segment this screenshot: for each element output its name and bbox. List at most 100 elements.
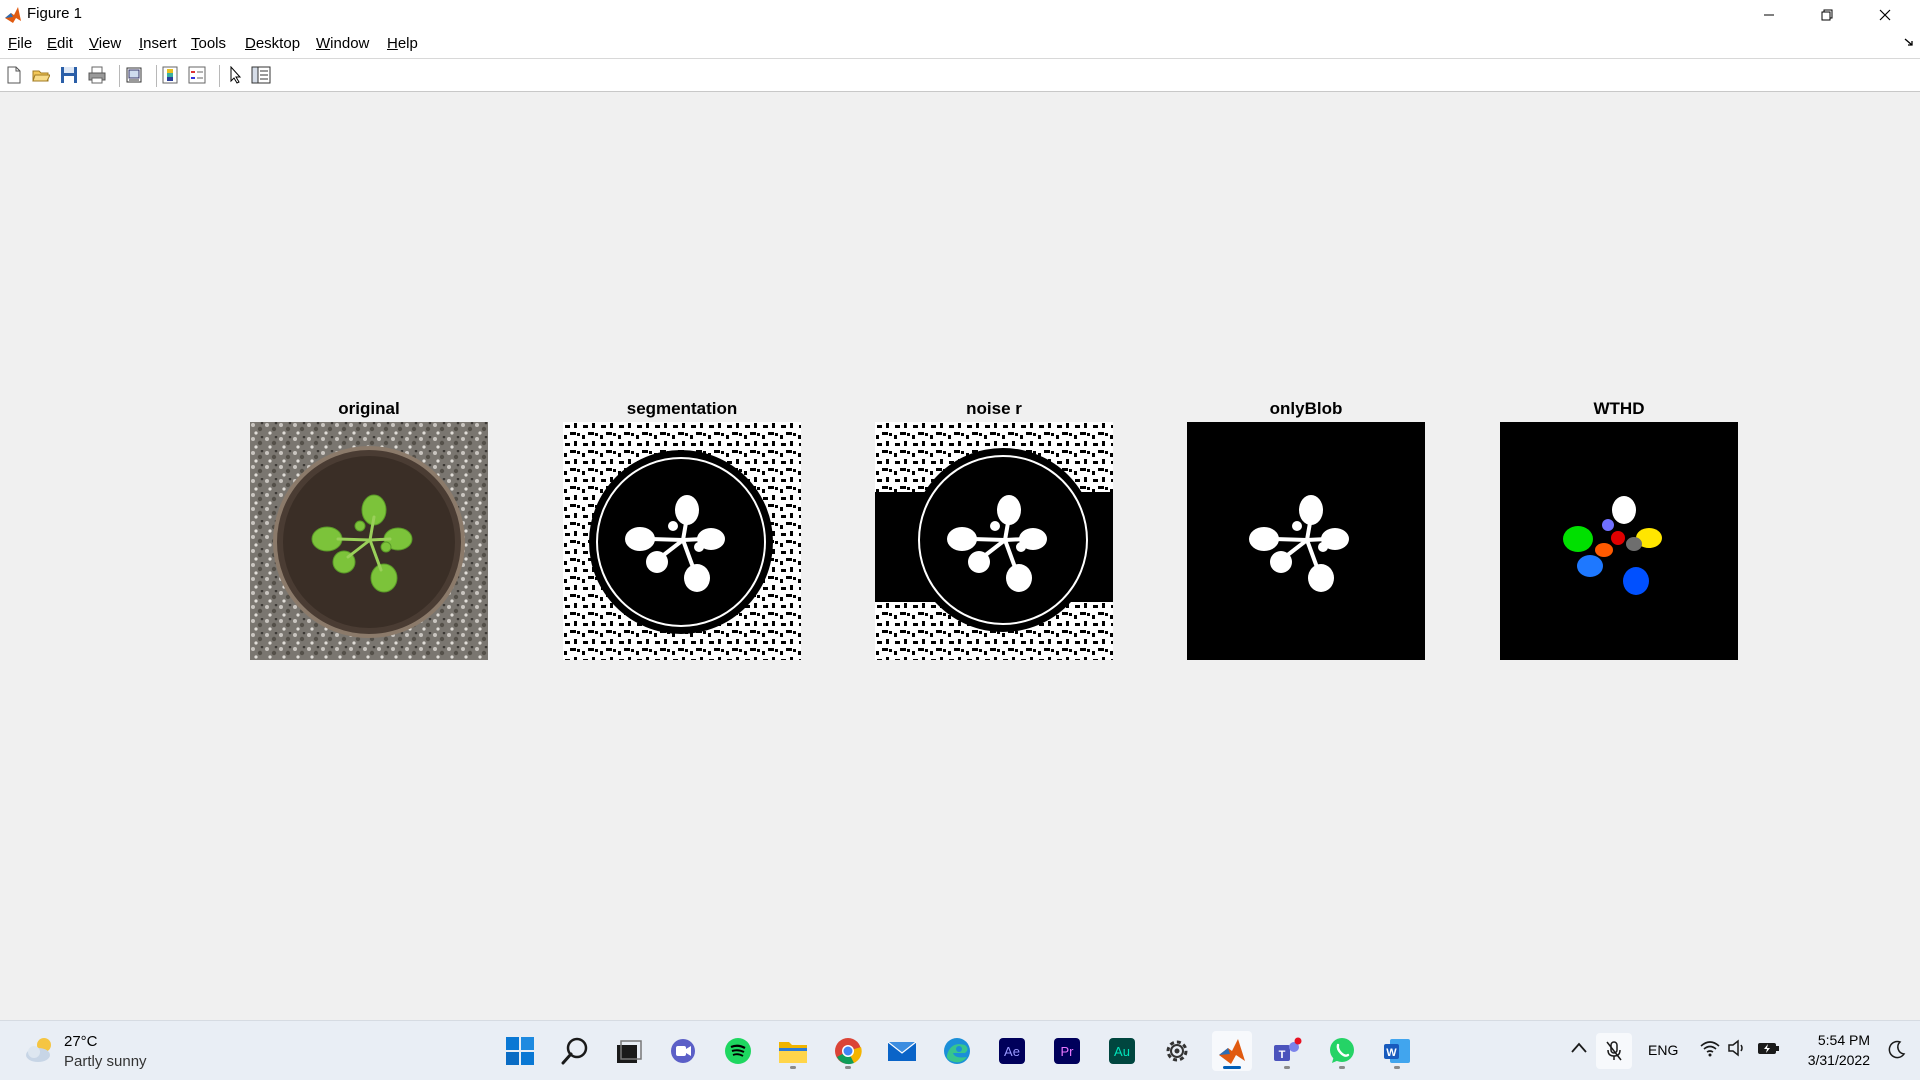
menu-desktop[interactable]: Desktop xyxy=(245,35,300,52)
print-button[interactable] xyxy=(86,64,108,86)
figure-canvas[interactable]: original segmentation noise r onlyBlob W… xyxy=(0,92,1920,1020)
link-plot-icon xyxy=(126,67,142,83)
spotify-icon xyxy=(725,1038,751,1064)
search-button[interactable] xyxy=(555,1031,595,1071)
restore-icon xyxy=(1821,9,1833,21)
figure-toolbar xyxy=(0,58,1920,92)
menu-tools[interactable]: Tools xyxy=(191,35,226,52)
close-button[interactable] xyxy=(1856,0,1914,30)
svg-text:Ae: Ae xyxy=(1004,1044,1020,1059)
only-blob-image xyxy=(1187,422,1425,660)
menu-edit[interactable]: Edit xyxy=(47,35,73,52)
colorbar-icon xyxy=(162,66,178,84)
open-file-icon xyxy=(32,70,50,82)
menu-window[interactable]: Window xyxy=(316,35,369,52)
word-icon: W xyxy=(1384,1039,1410,1063)
whatsapp-icon xyxy=(1330,1038,1354,1063)
link-plot-button[interactable] xyxy=(123,64,145,86)
windows-start-icon xyxy=(506,1037,534,1065)
audition-icon: Au xyxy=(1109,1038,1135,1064)
print-icon xyxy=(88,66,106,84)
mail-button[interactable] xyxy=(882,1031,922,1071)
subplot-title-onlyblob: onlyBlob xyxy=(1269,399,1343,418)
matlab-logo-icon xyxy=(4,6,22,24)
pointer-icon xyxy=(230,66,242,84)
audition-button[interactable]: Au xyxy=(1102,1031,1142,1071)
noise-removed-image xyxy=(875,422,1113,660)
wthd-image xyxy=(1500,422,1738,660)
matlab-taskbar-button[interactable] xyxy=(1212,1031,1252,1071)
microphone-tray-button[interactable] xyxy=(1596,1033,1632,1069)
new-figure-icon xyxy=(7,66,21,84)
menu-insert[interactable]: Insert xyxy=(139,35,177,52)
running-indicator xyxy=(1339,1066,1345,1069)
minimize-button[interactable] xyxy=(1740,0,1798,30)
title-bar: Figure 1 xyxy=(0,0,1920,30)
colorbar-button[interactable] xyxy=(159,64,181,86)
toolbar-separator xyxy=(219,65,220,87)
after-effects-button[interactable]: Ae xyxy=(992,1031,1032,1071)
subplot-title-original: original xyxy=(338,399,400,418)
subplot-title-noise-r: noise r xyxy=(966,399,1022,418)
svg-text:Pr: Pr xyxy=(1061,1044,1075,1059)
weather-temperature[interactable]: 27°C xyxy=(64,1033,98,1050)
task-view-button[interactable] xyxy=(609,1031,649,1071)
menu-help[interactable]: Help xyxy=(387,35,418,52)
running-indicator xyxy=(1284,1066,1290,1069)
chevron-up-icon[interactable] xyxy=(1570,1039,1588,1057)
pointer-button[interactable] xyxy=(224,64,246,86)
file-explorer-button[interactable] xyxy=(773,1031,813,1071)
window-title: Figure 1 xyxy=(27,5,83,22)
dock-arrow-icon[interactable] xyxy=(1904,37,1914,47)
after-effects-icon: Ae xyxy=(999,1038,1025,1064)
weather-description[interactable]: Partly sunny xyxy=(64,1053,147,1070)
wifi-icon[interactable] xyxy=(1700,1039,1720,1057)
save-button[interactable] xyxy=(58,64,80,86)
microphone-muted-icon xyxy=(1606,1041,1622,1061)
clock-date[interactable]: 3/31/2022 xyxy=(1808,1052,1870,1068)
clock-time[interactable]: 5:54 PM xyxy=(1818,1032,1870,1048)
legend-icon xyxy=(188,66,206,84)
close-icon xyxy=(1879,9,1891,21)
toolbar-separator xyxy=(119,65,120,87)
chat-button[interactable] xyxy=(663,1031,703,1071)
menu-view[interactable]: View xyxy=(89,35,121,52)
subplot-title-segmentation: segmentation xyxy=(626,399,738,418)
spotify-button[interactable] xyxy=(718,1031,758,1071)
matlab-icon xyxy=(1219,1039,1245,1064)
subplot-title-wthd: WTHD xyxy=(1593,399,1645,418)
start-button[interactable] xyxy=(500,1031,540,1071)
premiere-icon: Pr xyxy=(1054,1038,1080,1064)
svg-text:T: T xyxy=(1279,1049,1286,1061)
premiere-button[interactable]: Pr xyxy=(1047,1031,1087,1071)
property-inspector-icon xyxy=(251,66,271,84)
partly-sunny-icon[interactable] xyxy=(24,1035,56,1065)
language-indicator[interactable]: ENG xyxy=(1648,1042,1678,1058)
edge-icon xyxy=(944,1038,970,1064)
teams-icon: T xyxy=(1274,1037,1302,1061)
mail-icon xyxy=(887,1041,917,1061)
restore-button[interactable] xyxy=(1798,0,1856,30)
word-button[interactable]: W xyxy=(1377,1031,1417,1071)
settings-button[interactable] xyxy=(1157,1031,1197,1071)
search-icon xyxy=(561,1037,588,1065)
running-indicator xyxy=(845,1066,851,1069)
segmentation-image xyxy=(563,422,801,660)
property-inspector-button[interactable] xyxy=(250,64,272,86)
whatsapp-button[interactable] xyxy=(1322,1031,1362,1071)
menu-file[interactable]: File xyxy=(8,35,32,52)
original-image xyxy=(250,422,488,660)
new-figure-button[interactable] xyxy=(3,64,25,86)
open-file-button[interactable] xyxy=(30,64,52,86)
task-view-icon xyxy=(617,1040,642,1063)
battery-charging-icon[interactable] xyxy=(1757,1039,1781,1057)
legend-button[interactable] xyxy=(186,64,208,86)
speaker-icon[interactable] xyxy=(1727,1039,1747,1057)
active-indicator xyxy=(1223,1066,1241,1069)
edge-button[interactable] xyxy=(937,1031,977,1071)
taskbar: 27°C Partly sunny Ae Pr Au T W ENG 5:54 … xyxy=(0,1020,1920,1080)
chrome-button[interactable] xyxy=(828,1031,868,1071)
notifications-moon-icon[interactable] xyxy=(1886,1040,1906,1060)
teams-button[interactable]: T xyxy=(1267,1031,1307,1071)
svg-text:Au: Au xyxy=(1114,1044,1130,1059)
